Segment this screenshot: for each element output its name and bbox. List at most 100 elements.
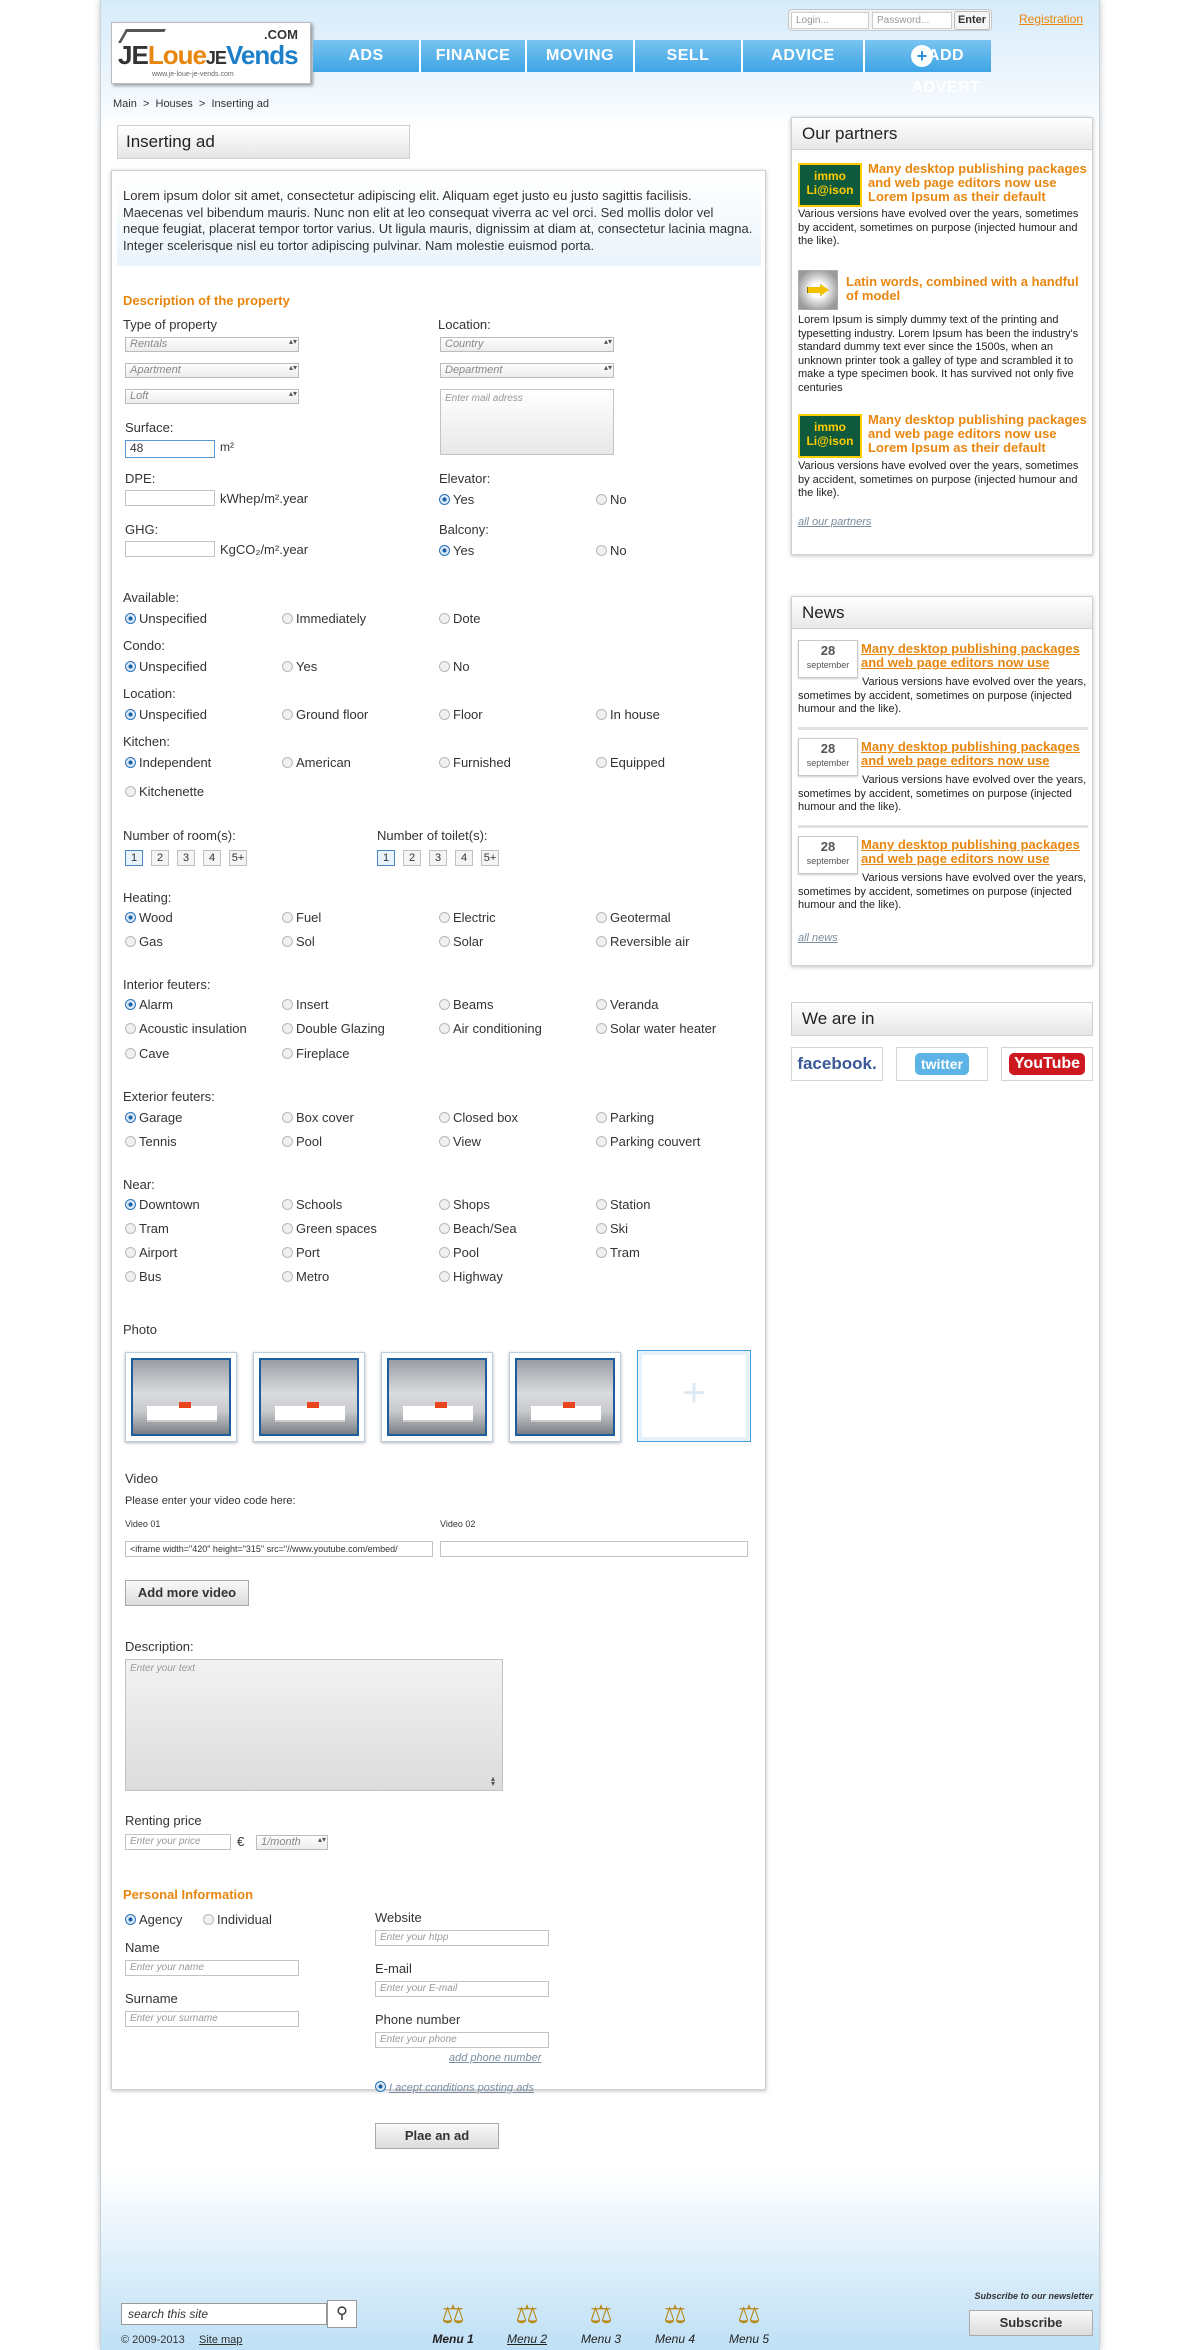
- registration-link[interactable]: Registration: [1019, 12, 1083, 26]
- all-news-link[interactable]: all news: [798, 932, 838, 944]
- kitchen-independent-radio[interactable]: Independent: [125, 755, 211, 770]
- toilets-option-3[interactable]: 3: [429, 850, 447, 866]
- exterior-view-radio[interactable]: View: [439, 1134, 481, 1149]
- available-unspecified-radio[interactable]: Unspecified: [125, 611, 207, 626]
- exterior-tennis-radio[interactable]: Tennis: [125, 1134, 177, 1149]
- footer-menu-3[interactable]: Menu 3: [571, 2332, 631, 2346]
- interior-veranda-radio[interactable]: Veranda: [596, 997, 658, 1012]
- surface-input[interactable]: 48: [125, 440, 215, 458]
- condo-no-radio[interactable]: No: [439, 659, 470, 674]
- resize-handle-icon[interactable]: ▴ ▾: [491, 1775, 495, 1788]
- video01-input[interactable]: <iframe width="420" height="315" src="//…: [125, 1541, 433, 1557]
- nav-ads[interactable]: ADS: [313, 40, 419, 72]
- nav-sell[interactable]: SELL: [635, 40, 741, 72]
- individual-radio[interactable]: Individual: [203, 1912, 272, 1927]
- accept-conditions-radio[interactable]: I acept conditions posting ads: [375, 2081, 534, 2094]
- heating-reversible-air-radio[interactable]: Reversible air: [596, 934, 689, 949]
- sitemap-link[interactable]: Site map: [199, 2334, 242, 2346]
- photo-thumbnail[interactable]: [509, 1352, 621, 1442]
- exterior-parking-radio[interactable]: Parking: [596, 1110, 654, 1125]
- near-airport-radio[interactable]: Airport: [125, 1245, 177, 1260]
- kitchen-furnished-radio[interactable]: Furnished: [439, 755, 511, 770]
- heating-solar-radio[interactable]: Solar: [439, 934, 483, 949]
- exterior-garage-radio[interactable]: Garage: [125, 1110, 182, 1125]
- scales-icon[interactable]: ⚖: [660, 2300, 690, 2328]
- near-beach-radio[interactable]: Beach/Sea: [439, 1221, 517, 1236]
- interior-double-glazing-radio[interactable]: Double Glazing: [282, 1021, 385, 1036]
- surname-input[interactable]: Enter your surname: [125, 2011, 299, 2027]
- interior-alarm-radio[interactable]: Alarm: [125, 997, 173, 1012]
- near-port-radio[interactable]: Port: [282, 1245, 320, 1260]
- photo-thumbnail[interactable]: [381, 1352, 493, 1442]
- toilets-option-4[interactable]: 4: [455, 850, 473, 866]
- rooms-option-3[interactable]: 3: [177, 850, 195, 866]
- near-highway-radio[interactable]: Highway: [439, 1269, 503, 1284]
- interior-cave-radio[interactable]: Cave: [125, 1046, 169, 1061]
- partner-title[interactable]: Many desktop publishing packages and web…: [868, 162, 1088, 204]
- near-downtown-radio[interactable]: Downtown: [125, 1197, 200, 1212]
- near-tram-radio[interactable]: Tram: [125, 1221, 169, 1236]
- balcony-no-radio[interactable]: No: [596, 543, 627, 558]
- heating-electric-radio[interactable]: Electric: [439, 910, 496, 925]
- name-input[interactable]: Enter your name: [125, 1960, 299, 1976]
- website-input[interactable]: Enter your htpp: [375, 1930, 549, 1946]
- phone-input[interactable]: Enter your phone: [375, 2032, 549, 2048]
- partner-title[interactable]: Many desktop publishing packages and web…: [868, 413, 1088, 455]
- description-textarea[interactable]: Enter your text: [125, 1659, 503, 1791]
- condo-yes-radio[interactable]: Yes: [282, 659, 317, 674]
- heating-wood-radio[interactable]: Wood: [125, 910, 173, 925]
- period-select[interactable]: 1/month: [256, 1835, 328, 1850]
- interior-air-conditioning-radio[interactable]: Air conditioning: [439, 1021, 542, 1036]
- price-input[interactable]: Enter your price: [125, 1834, 231, 1850]
- near-station-radio[interactable]: Station: [596, 1197, 650, 1212]
- near-ski-radio[interactable]: Ski: [596, 1221, 628, 1236]
- video02-input[interactable]: [440, 1541, 748, 1557]
- youtube-link[interactable]: YouTube: [1001, 1047, 1093, 1081]
- near-pool-radio[interactable]: Pool: [439, 1245, 479, 1260]
- photo-thumbnail[interactable]: [253, 1352, 365, 1442]
- dpe-input[interactable]: [125, 490, 215, 506]
- add-more-video-button[interactable]: Add more video: [125, 1580, 249, 1606]
- rooms-option-1[interactable]: 1: [125, 850, 143, 866]
- agency-radio[interactable]: Agency: [125, 1912, 182, 1927]
- scales-icon[interactable]: ⚖: [734, 2300, 764, 2328]
- interior-solar-water-heater-radio[interactable]: Solar water heater: [596, 1021, 716, 1036]
- location-in-house-radio[interactable]: In house: [596, 707, 660, 722]
- toilets-option-5plus[interactable]: 5+: [481, 850, 499, 866]
- footer-menu-2[interactable]: Menu 2: [497, 2332, 557, 2346]
- elevator-no-radio[interactable]: No: [596, 492, 627, 507]
- kitchen-american-radio[interactable]: American: [282, 755, 351, 770]
- type-select-rentals[interactable]: Rentals: [125, 337, 299, 352]
- heating-geotermal-radio[interactable]: Geotermal: [596, 910, 671, 925]
- kitchen-equipped-radio[interactable]: Equipped: [596, 755, 665, 770]
- photo-thumbnail[interactable]: [125, 1352, 237, 1442]
- scales-icon[interactable]: ⚖: [586, 2300, 616, 2328]
- footer-search-input[interactable]: search this site: [121, 2303, 327, 2325]
- near-schools-radio[interactable]: Schools: [282, 1197, 342, 1212]
- type-select-loft[interactable]: Loft: [125, 389, 299, 404]
- all-partners-link[interactable]: all our partners: [798, 516, 871, 528]
- breadcrumb-houses[interactable]: Houses: [156, 98, 193, 110]
- rooms-option-5plus[interactable]: 5+: [229, 850, 247, 866]
- department-select[interactable]: Department: [440, 363, 614, 378]
- elevator-yes-radio[interactable]: Yes: [439, 492, 474, 507]
- add-photo-button[interactable]: +: [637, 1350, 751, 1442]
- nav-finance[interactable]: FINANCE: [421, 40, 525, 72]
- partner-arrow-icon[interactable]: [798, 270, 838, 310]
- toilets-option-1[interactable]: 1: [377, 850, 395, 866]
- available-dote-radio[interactable]: Dote: [439, 611, 480, 626]
- nav-moving[interactable]: MOVING: [527, 40, 633, 72]
- near-shops-radio[interactable]: Shops: [439, 1197, 490, 1212]
- near-tram-2-radio[interactable]: Tram: [596, 1245, 640, 1260]
- heating-gas-radio[interactable]: Gas: [125, 934, 163, 949]
- interior-beams-radio[interactable]: Beams: [439, 997, 493, 1012]
- partner-title[interactable]: Latin words, combined with a handful of …: [846, 275, 1086, 303]
- available-immediately-radio[interactable]: Immediately: [282, 611, 366, 626]
- scales-icon[interactable]: ⚖: [512, 2300, 542, 2328]
- near-bus-radio[interactable]: Bus: [125, 1269, 161, 1284]
- exterior-box-cover-radio[interactable]: Box cover: [282, 1110, 354, 1125]
- add-phone-link[interactable]: add phone number: [449, 2052, 541, 2064]
- heating-sol-radio[interactable]: Sol: [282, 934, 315, 949]
- heating-fuel-radio[interactable]: Fuel: [282, 910, 321, 925]
- nav-advice[interactable]: ADVICE: [743, 40, 863, 72]
